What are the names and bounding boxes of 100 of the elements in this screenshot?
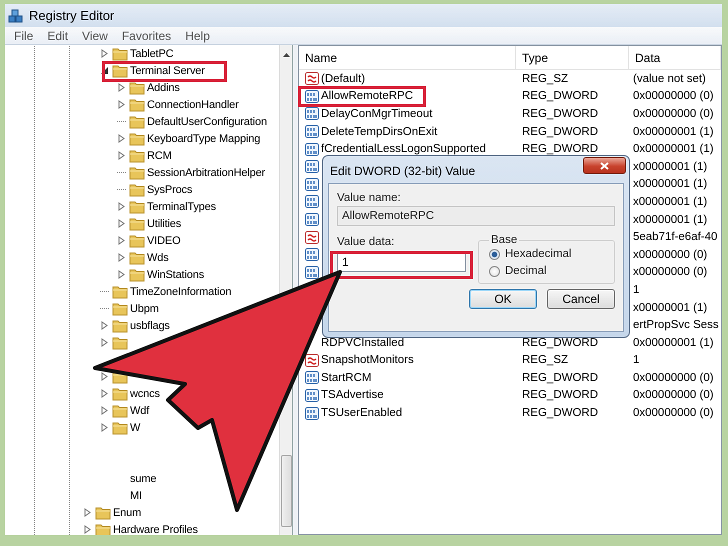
value-name[interactable]: StartRCM bbox=[321, 372, 372, 384]
value-data: x00000001 (1) bbox=[633, 160, 708, 173]
collapsed-arrow-icon[interactable] bbox=[117, 202, 126, 211]
tree-item[interactable]: Hardware Profiles bbox=[113, 524, 198, 535]
value-data: 0x00000000 (0) bbox=[633, 372, 714, 384]
tree-item[interactable]: Utilities bbox=[147, 218, 182, 230]
tree-item[interactable]: Addins bbox=[147, 82, 180, 94]
value-type: REG_DWORD bbox=[522, 126, 598, 138]
menu-item[interactable]: View bbox=[75, 28, 115, 42]
value-name[interactable]: TSUserEnabled bbox=[321, 407, 402, 420]
tree-item[interactable]: TimeZoneInformation bbox=[130, 286, 232, 298]
radio-option[interactable]: Decimal bbox=[489, 265, 604, 277]
value-name[interactable]: DeleteTempDirsOnExit bbox=[321, 126, 438, 138]
radio-option[interactable]: Hexadecimal bbox=[489, 248, 604, 260]
value-type: REG_SZ bbox=[522, 354, 568, 366]
folder-icon bbox=[129, 114, 145, 130]
tree-item[interactable]: RCM bbox=[147, 150, 172, 162]
folder-icon bbox=[112, 62, 128, 78]
binary-value-icon bbox=[305, 264, 319, 280]
collapsed-arrow-icon[interactable] bbox=[117, 134, 126, 143]
value-name[interactable]: AllowRemoteRPC bbox=[321, 90, 414, 102]
value-data: x00000001 (1) bbox=[633, 302, 708, 314]
string-value-icon bbox=[305, 230, 319, 245]
tree-item[interactable]: TerminalTypes bbox=[147, 200, 216, 212]
scroll-thumb[interactable] bbox=[280, 455, 292, 527]
tree-item[interactable]: ConnectionHandler bbox=[147, 98, 239, 110]
tree-item[interactable]: wcncs bbox=[130, 388, 160, 400]
tree-item[interactable]: SysProcs bbox=[147, 184, 192, 196]
scroll-up-icon[interactable] bbox=[282, 53, 290, 57]
string-value-icon bbox=[305, 352, 319, 368]
value-data: 0x00000000 (0) bbox=[633, 407, 714, 420]
window-title: Registry Editor bbox=[29, 8, 114, 23]
collapsed-arrow-icon[interactable] bbox=[117, 253, 126, 262]
tree-item[interactable]: MI bbox=[130, 490, 142, 502]
folder-icon bbox=[129, 266, 145, 282]
expanded-arrow-icon[interactable] bbox=[100, 66, 109, 75]
tree-item[interactable]: KeyboardType Mapping bbox=[147, 132, 260, 144]
collapsed-arrow-icon[interactable] bbox=[100, 389, 109, 398]
collapsed-arrow-icon[interactable] bbox=[117, 83, 126, 92]
value-data: x00000001 (1) bbox=[633, 196, 708, 208]
tree-item[interactable]: DefaultUserConfiguration bbox=[147, 116, 267, 128]
tree-item[interactable]: VIDEO bbox=[147, 234, 180, 246]
collapsed-arrow-icon[interactable] bbox=[83, 508, 92, 517]
column-header[interactable]: Type bbox=[516, 46, 629, 69]
folder-icon bbox=[129, 216, 145, 232]
collapsed-arrow-icon[interactable] bbox=[117, 236, 126, 245]
folder-icon bbox=[112, 284, 128, 300]
folder-icon bbox=[95, 522, 111, 535]
collapsed-arrow-icon[interactable] bbox=[100, 321, 109, 330]
dialog-button[interactable]: OK bbox=[469, 289, 537, 309]
value-data: 0x00000001 (1) bbox=[633, 126, 714, 138]
tree-item[interactable]: Wds bbox=[147, 252, 169, 264]
collapsed-arrow-icon[interactable] bbox=[117, 219, 126, 228]
value-name[interactable]: TSAdvertise bbox=[321, 389, 384, 402]
value-name[interactable]: fCredentialLessLogonSupported bbox=[321, 143, 486, 156]
value-data: x00000000 (0) bbox=[633, 248, 708, 261]
folder-icon bbox=[129, 182, 145, 198]
collapsed-arrow-icon[interactable] bbox=[117, 100, 126, 109]
value-name[interactable]: SnapshotMonitors bbox=[321, 354, 414, 366]
tree-item[interactable]: TabletPC bbox=[130, 48, 174, 60]
menu-item[interactable]: File bbox=[7, 28, 40, 42]
folder-icon bbox=[129, 198, 145, 214]
collapsed-arrow-icon[interactable] bbox=[100, 338, 109, 347]
collapsed-arrow-icon[interactable] bbox=[100, 423, 109, 432]
column-header[interactable]: Data bbox=[629, 46, 721, 69]
tree-item[interactable]: usbflags bbox=[130, 320, 170, 332]
collapsed-arrow-icon[interactable] bbox=[100, 406, 109, 415]
tree-item[interactable]: Wdf bbox=[130, 404, 150, 416]
binary-value-icon bbox=[305, 370, 319, 386]
value-name[interactable]: DelayConMgrTimeout bbox=[321, 108, 432, 120]
value-name[interactable]: (Default) bbox=[321, 72, 366, 85]
collapsed-arrow-icon[interactable] bbox=[117, 151, 126, 160]
binary-value-icon bbox=[305, 106, 319, 122]
value-name-field[interactable]: AllowRemoteRPC bbox=[337, 206, 615, 226]
radio-button[interactable] bbox=[489, 266, 500, 276]
value-name[interactable]: RDPVCInstalled bbox=[321, 336, 404, 349]
value-type: REG_DWORD bbox=[522, 389, 598, 402]
collapsed-arrow-icon[interactable] bbox=[100, 49, 109, 58]
tree-item[interactable]: W bbox=[130, 422, 140, 434]
tree-item[interactable]: WinStations bbox=[147, 268, 204, 280]
group-label: Base bbox=[490, 234, 518, 246]
close-button[interactable] bbox=[583, 157, 626, 174]
collapsed-arrow-icon[interactable] bbox=[83, 525, 92, 534]
collapsed-arrow-icon[interactable] bbox=[117, 270, 126, 279]
dialog-button[interactable]: Cancel bbox=[547, 289, 615, 309]
column-header[interactable]: Name bbox=[299, 46, 516, 69]
binary-value-icon bbox=[305, 159, 319, 174]
tree-item[interactable]: SessionArbitrationHelper bbox=[147, 166, 266, 178]
binary-value-icon bbox=[305, 142, 319, 157]
menu-item[interactable]: Edit bbox=[40, 28, 76, 42]
collapsed-arrow-icon[interactable] bbox=[100, 372, 109, 381]
tree-item[interactable]: Ubpm bbox=[130, 302, 159, 314]
menu-item[interactable]: Help bbox=[178, 28, 217, 42]
tree-item[interactable]: sume bbox=[130, 472, 156, 484]
value-data: ertPropSvc Sess bbox=[633, 319, 719, 332]
folder-icon bbox=[112, 318, 128, 334]
radio-button[interactable] bbox=[489, 248, 500, 260]
tree-item[interactable]: Enum bbox=[113, 506, 142, 518]
tree-item[interactable]: Terminal Server bbox=[130, 64, 205, 76]
menu-item[interactable]: Favorites bbox=[114, 28, 178, 42]
